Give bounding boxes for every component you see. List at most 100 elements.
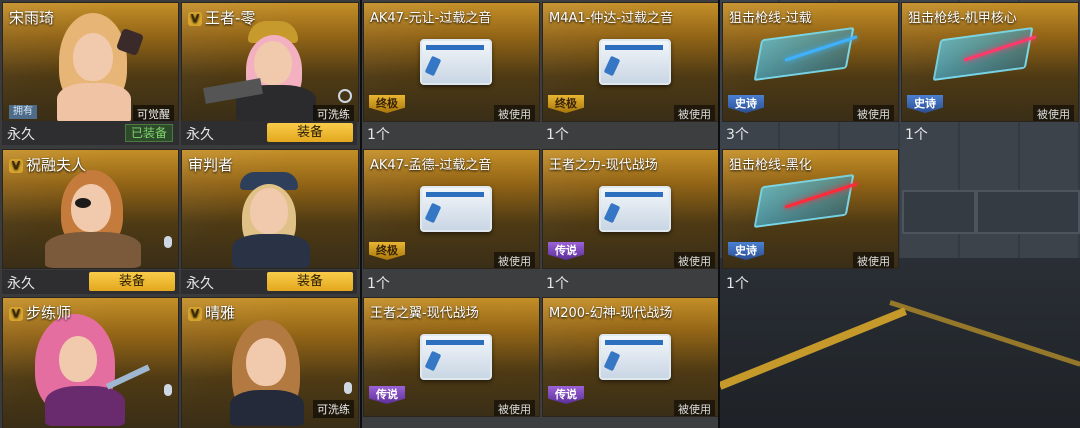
duration-label: 永久 [7,276,35,292]
wall-panel [902,190,976,234]
sound-card[interactable]: 王者之翼-现代战场 传说 被使用 [363,297,540,417]
v-badge-icon: V [188,307,202,321]
character-portrait [31,170,151,268]
count-label: 1个 [546,127,569,143]
character-footer: 永久 装备 [2,270,179,294]
sound-name: 王者之翼-现代战场 [370,306,479,321]
character-card[interactable]: 审判者 [181,149,359,269]
sound-name: 王者之力-现代战场 [549,158,658,173]
character-card[interactable]: V 祝融夫人 [2,149,179,269]
used-tag: 被使用 [674,400,715,416]
sound-footer: 1个 [542,121,718,145]
sound-card[interactable]: AK47-元让-过载之音 终极 被使用 [363,2,540,122]
character-name: V 王者-零 [188,7,255,28]
v-badge-icon: V [9,307,23,321]
character-name: 审判者 [188,156,234,174]
count-label: 1个 [546,276,569,292]
character-footer: 永久 已装备 [2,121,179,145]
sound-footer: 1个 [363,121,539,145]
character-name: V 祝融夫人 [9,154,86,175]
skin-footer: 1个 [901,121,1077,145]
character-card[interactable]: V 王者-零 可洗练 [181,2,359,122]
sound-card-image [599,334,671,380]
rarity-badge: 史诗 [728,242,764,260]
rarity-badge: 史诗 [907,95,943,113]
used-tag: 被使用 [1033,105,1074,121]
character-portrait [212,320,322,426]
skin-name: 狙击枪线-过载 [729,11,812,26]
character-card[interactable]: 宋雨琦 拥有 可觉醒 [2,2,179,122]
character-name: V 步练师 [9,302,71,323]
status-tag: 可觉醒 [133,105,174,121]
sound-footer: 1个 [542,270,718,294]
count-label: 1个 [367,127,390,143]
skin-card[interactable]: 狙击枪线-机甲核心 史诗 被使用 [901,2,1079,122]
equip-button[interactable]: 装备 [267,272,353,291]
equip-button[interactable]: 装备 [89,272,175,291]
skin-footer: 3个 [722,121,898,145]
count-label: 1个 [726,276,749,292]
character-card[interactable]: V 晴雅 可洗练 [181,297,359,428]
equipped-badge: 已装备 [124,124,173,142]
owned-tag: 拥有 [9,105,37,119]
voice-icon [164,384,172,396]
sound-card[interactable]: 王者之力-现代战场 传说 被使用 [542,149,718,269]
equip-button[interactable]: 装备 [267,123,353,142]
duration-label: 永久 [186,276,214,292]
skin-card[interactable]: 狙击枪线-过载 史诗 被使用 [722,2,899,122]
sound-name: AK47-元让-过载之音 [370,11,492,26]
count-label: 1个 [367,276,390,292]
voice-icon [164,236,172,248]
sound-card[interactable]: M4A1-仲达-过载之音 终极 被使用 [542,2,718,122]
sound-card[interactable]: M200-幻神-现代战场 传说 被使用 [542,297,718,417]
v-badge-icon: V [9,159,23,173]
rarity-badge: 史诗 [728,95,764,113]
character-name: 宋雨琦 [9,9,55,27]
used-tag: 被使用 [494,400,535,416]
status-tag: 可洗练 [313,105,354,121]
sound-panel: AK47-元让-过载之音 终极 被使用 1个 M4A1-仲达-过载之音 终极 被… [362,0,718,428]
rarity-badge: 终极 [548,95,584,113]
rarity-badge: 终极 [369,242,405,260]
sound-name: M4A1-仲达-过载之音 [549,11,674,26]
sound-card-image [420,186,492,232]
sound-card-image [420,334,492,380]
character-name: V 晴雅 [188,302,235,323]
duration-label: 永久 [7,127,35,143]
sound-name: AK47-孟德-过载之音 [370,158,492,173]
sound-name: M200-幻神-现代战场 [549,306,673,321]
character-portrait [15,314,155,428]
used-tag: 被使用 [674,252,715,268]
rarity-badge: 传说 [548,242,584,260]
status-tag: 可洗练 [313,400,354,418]
skin-card[interactable]: 狙击枪线-黑化 史诗 被使用 [722,149,899,269]
skin-name: 狙击枪线-机甲核心 [908,11,1017,26]
skin-name: 狙击枪线-黑化 [729,158,812,173]
rarity-badge: 传说 [369,386,405,404]
character-card[interactable]: V 步练师 [2,297,179,428]
used-tag: 被使用 [494,105,535,121]
count-label: 3个 [726,127,749,143]
sound-card-image [599,186,671,232]
character-footer: 永久 装备 [181,121,357,145]
used-tag: 被使用 [853,252,894,268]
sound-card-image [420,39,492,85]
character-portrait [216,172,326,268]
character-footer: 永久 装备 [181,270,357,294]
rarity-badge: 终极 [369,95,405,113]
v-badge-icon: V [188,12,202,26]
used-tag: 被使用 [853,105,894,121]
used-tag: 被使用 [494,252,535,268]
voice-icon [338,89,352,103]
sound-card-image [599,39,671,85]
rarity-badge: 传说 [548,386,584,404]
used-tag: 被使用 [674,105,715,121]
skin-panel: 狙击枪线-过载 史诗 被使用 3个 狙击枪线-机甲核心 史诗 被使用 1个 狙击… [720,0,1080,428]
sound-card[interactable]: AK47-孟德-过载之音 终极 被使用 [363,149,540,269]
skin-footer: 1个 [722,270,898,294]
sound-footer: 1个 [363,270,539,294]
count-label: 1个 [905,127,928,143]
duration-label: 永久 [186,127,214,143]
voice-icon [344,382,352,394]
wall-panel [976,190,1080,234]
